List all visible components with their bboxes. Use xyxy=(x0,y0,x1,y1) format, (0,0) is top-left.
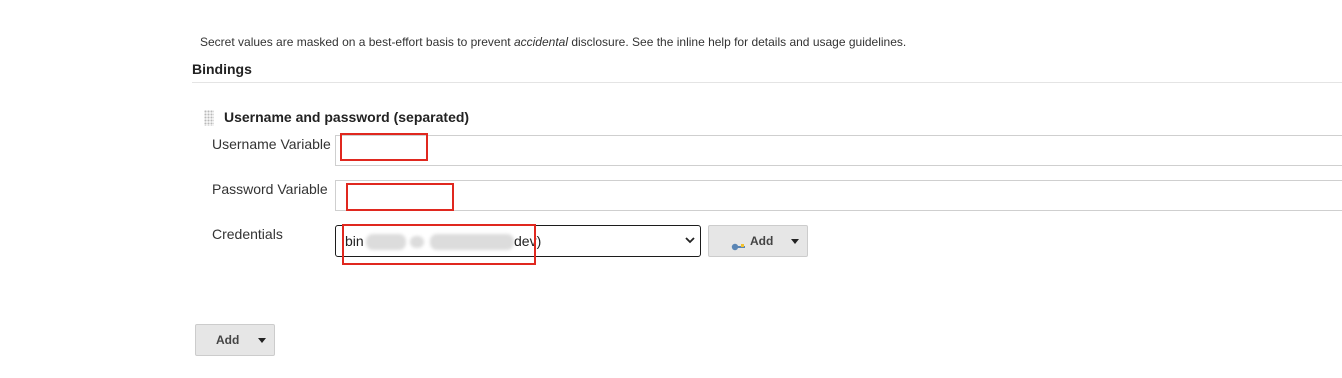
annotation-box-password xyxy=(346,183,454,211)
section-divider xyxy=(192,82,1342,83)
username-variable-input[interactable] xyxy=(335,135,1342,166)
chevron-down-icon xyxy=(684,233,696,249)
masking-notice: Secret values are masked on a best-effor… xyxy=(200,35,906,49)
add-binding-button[interactable]: Add xyxy=(195,324,275,356)
notice-emphasis: accidental xyxy=(513,35,568,49)
key-icon xyxy=(731,238,747,251)
add-credentials-button[interactable]: Add xyxy=(708,225,808,257)
chevron-down-icon xyxy=(791,239,799,244)
add-binding-label: Add xyxy=(216,333,240,347)
binding-type-title: Username and password (separated) xyxy=(224,109,470,125)
username-variable-label: Username Variable xyxy=(212,136,331,152)
password-variable-label: Password Variable xyxy=(212,181,328,197)
notice-text-start: Secret values are masked on a best-effor… xyxy=(200,35,514,49)
chevron-down-icon xyxy=(258,338,266,343)
notice-text-end: disclosure. See the inline help for deta… xyxy=(568,35,907,49)
password-variable-input[interactable] xyxy=(335,180,1342,211)
credential-bindings-page: Secret values are masked on a best-effor… xyxy=(0,0,1342,378)
add-credentials-label: Add xyxy=(750,234,774,248)
annotation-box-username xyxy=(340,133,428,161)
annotation-box-credentials xyxy=(342,224,536,265)
bindings-heading: Bindings xyxy=(192,61,252,77)
drag-handle-icon[interactable] xyxy=(204,110,214,126)
credentials-label: Credentials xyxy=(212,226,283,242)
